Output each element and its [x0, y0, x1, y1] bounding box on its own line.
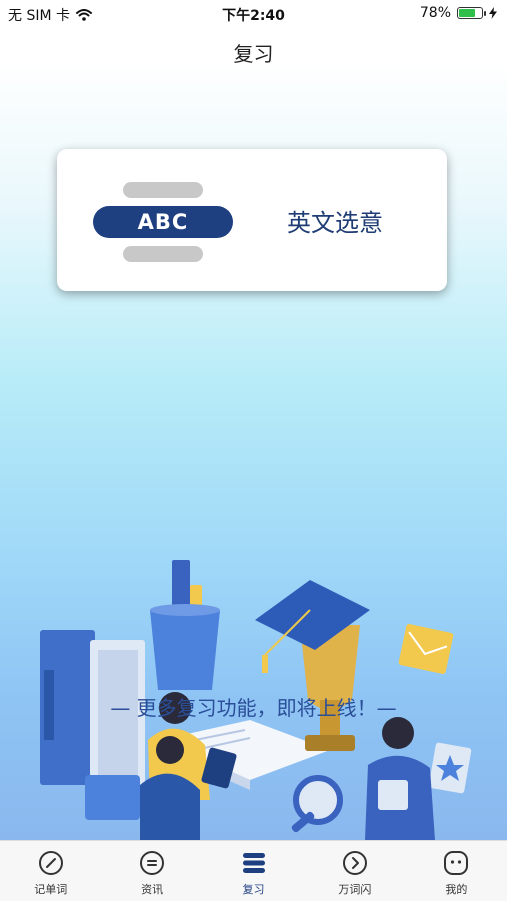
page-title: 复习 [233, 42, 274, 66]
trophy-icon [255, 580, 370, 751]
status-bar: 无 SIM 卡 下午2:40 78% [0, 0, 507, 28]
flash-icon [342, 850, 368, 876]
tab-label: 复习 [242, 883, 265, 896]
tab-label: 记单词 [34, 883, 68, 896]
abc-mode-icon: ABC [93, 182, 233, 262]
tab-profile[interactable]: 我的 [406, 841, 507, 901]
grey-bar-top [123, 182, 203, 198]
review-icon [241, 850, 267, 876]
abc-badge: ABC [93, 206, 233, 238]
battery-icon [457, 7, 486, 19]
grey-bar-bottom [123, 246, 203, 262]
tab-bar: 记单词 资讯 复习 万词闪 我的 [0, 840, 507, 901]
coming-soon-notice: — 更多复习功能，即将上线！— [110, 696, 397, 720]
tab-review[interactable]: 复习 [203, 841, 304, 901]
status-right: 78% [420, 5, 497, 21]
tab-vocabulary[interactable]: 记单词 [0, 841, 101, 901]
magnifier-icon [291, 775, 343, 833]
student-right-icon [365, 717, 435, 840]
charging-icon [489, 7, 497, 19]
pencil-cup-icon [150, 560, 220, 690]
mode-label: 英文选意 [287, 209, 383, 237]
tab-flash-words[interactable]: 万词闪 [304, 841, 405, 901]
english-choice-mode-card[interactable]: ABC 英文选意 [57, 149, 447, 291]
news-icon [139, 850, 165, 876]
tab-label: 资讯 [141, 883, 164, 896]
tab-label: 万词闪 [338, 883, 372, 896]
tab-label: 我的 [445, 883, 468, 896]
star-card-icon [428, 742, 472, 794]
pencil-icon [38, 850, 64, 876]
envelope-icon [398, 624, 454, 674]
battery-percent: 78% [419, 5, 451, 21]
tab-news[interactable]: 资讯 [101, 841, 202, 901]
profile-icon [443, 850, 469, 876]
